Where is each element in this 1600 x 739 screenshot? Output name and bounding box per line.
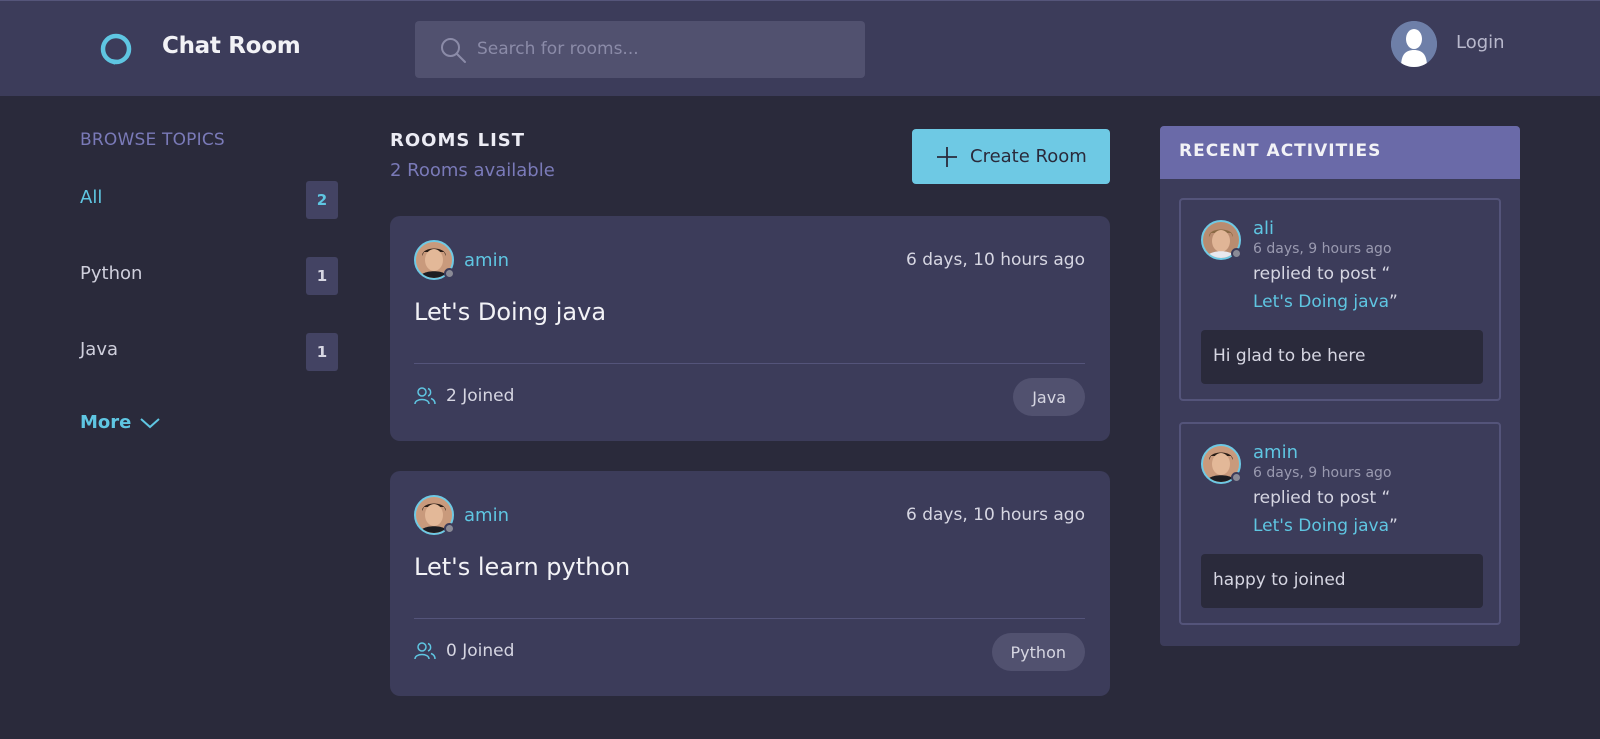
topic-python[interactable]: Python 1 [80,257,340,297]
activity-post-link[interactable]: Let's Doing java” [1253,516,1398,536]
joined-label: 0 Joined [446,641,515,661]
room-name[interactable]: Let's learn python [414,553,630,581]
joined-label: 2 Joined [446,386,515,406]
topic-label: Java [80,339,119,360]
status-dot [444,523,455,534]
create-room-label: Create Room [970,146,1087,167]
create-room-button[interactable]: Create Room [912,129,1110,184]
post-title: Let's Doing java [1253,516,1390,536]
top-navbar: Chat Room Login [0,0,1600,96]
room-card: amin 6 days, 10 hours ago Let's learn py… [390,471,1110,696]
room-timestamp: 6 days, 10 hours ago [906,505,1085,525]
recent-activities-title: RECENT ACTIVITIES [1160,126,1520,179]
activity-item: ali 6 days, 9 hours ago replied to post … [1179,198,1501,401]
room-host[interactable]: amin [414,495,509,535]
room-host[interactable]: amin [414,240,509,280]
login-link[interactable]: Login [1456,32,1505,53]
room-topic-tag[interactable]: Java [1013,378,1085,416]
topic-count-badge: 2 [306,181,338,219]
users-icon [414,387,436,405]
topic-count-badge: 1 [306,257,338,295]
rooms-available-count: 2 Rooms available [390,160,555,181]
host-name[interactable]: amin [464,505,509,526]
room-topic-tag[interactable]: Python [991,633,1085,671]
room-card: amin 6 days, 10 hours ago Let's Doing ja… [390,216,1110,441]
room-name[interactable]: Let's Doing java [414,298,606,326]
avatar[interactable] [1201,220,1242,260]
users-icon [414,642,436,660]
topic-label: Python [80,263,143,284]
activity-item: amin 6 days, 9 hours ago replied to post… [1179,422,1501,625]
search-input[interactable] [477,33,847,65]
logo-ring-icon[interactable] [99,33,133,67]
room-timestamp: 6 days, 10 hours ago [906,250,1085,270]
activity-message: happy to joined [1201,554,1483,608]
topic-label: All [80,187,103,208]
activity-timestamp: 6 days, 9 hours ago [1253,465,1392,481]
recent-activities-panel: RECENT ACTIVITIES ali 6 days, 9 hours ag… [1160,126,1520,646]
activity-message: Hi glad to be here [1201,330,1483,384]
browse-topics-heading: BROWSE TOPICS [80,130,225,150]
rooms-list-title: ROOMS LIST [390,130,526,151]
post-title: Let's Doing java [1253,292,1390,312]
activity-timestamp: 6 days, 9 hours ago [1253,241,1392,257]
more-label: More [80,412,132,433]
host-name[interactable]: amin [464,250,509,271]
closing-quote: ” [1389,516,1398,536]
avatar[interactable] [1201,444,1242,484]
topic-all[interactable]: All 2 [80,181,340,221]
activity-user[interactable]: ali [1253,218,1274,239]
joined-count: 0 Joined [414,641,514,661]
joined-count: 2 Joined [414,386,514,406]
plus-icon [937,146,957,167]
topic-count-badge: 1 [306,333,338,371]
topic-java[interactable]: Java 1 [80,333,340,373]
activity-user[interactable]: amin [1253,442,1298,463]
divider [414,618,1085,619]
search-box[interactable] [415,21,865,78]
app-title[interactable]: Chat Room [162,33,301,59]
closing-quote: ” [1389,292,1398,312]
activity-action: replied to post “ [1253,488,1391,508]
activity-action: replied to post “ [1253,264,1391,284]
activity-post-link[interactable]: Let's Doing java” [1253,292,1398,312]
status-dot [1231,248,1242,259]
divider [414,363,1085,364]
avatar[interactable] [414,495,455,535]
search-icon [441,38,466,63]
chevron-down-icon [140,417,161,428]
status-dot [1231,472,1242,483]
user-avatar-icon[interactable] [1391,21,1437,67]
more-topics-button[interactable]: More [80,412,161,433]
avatar[interactable] [414,240,455,280]
status-dot [444,268,455,279]
